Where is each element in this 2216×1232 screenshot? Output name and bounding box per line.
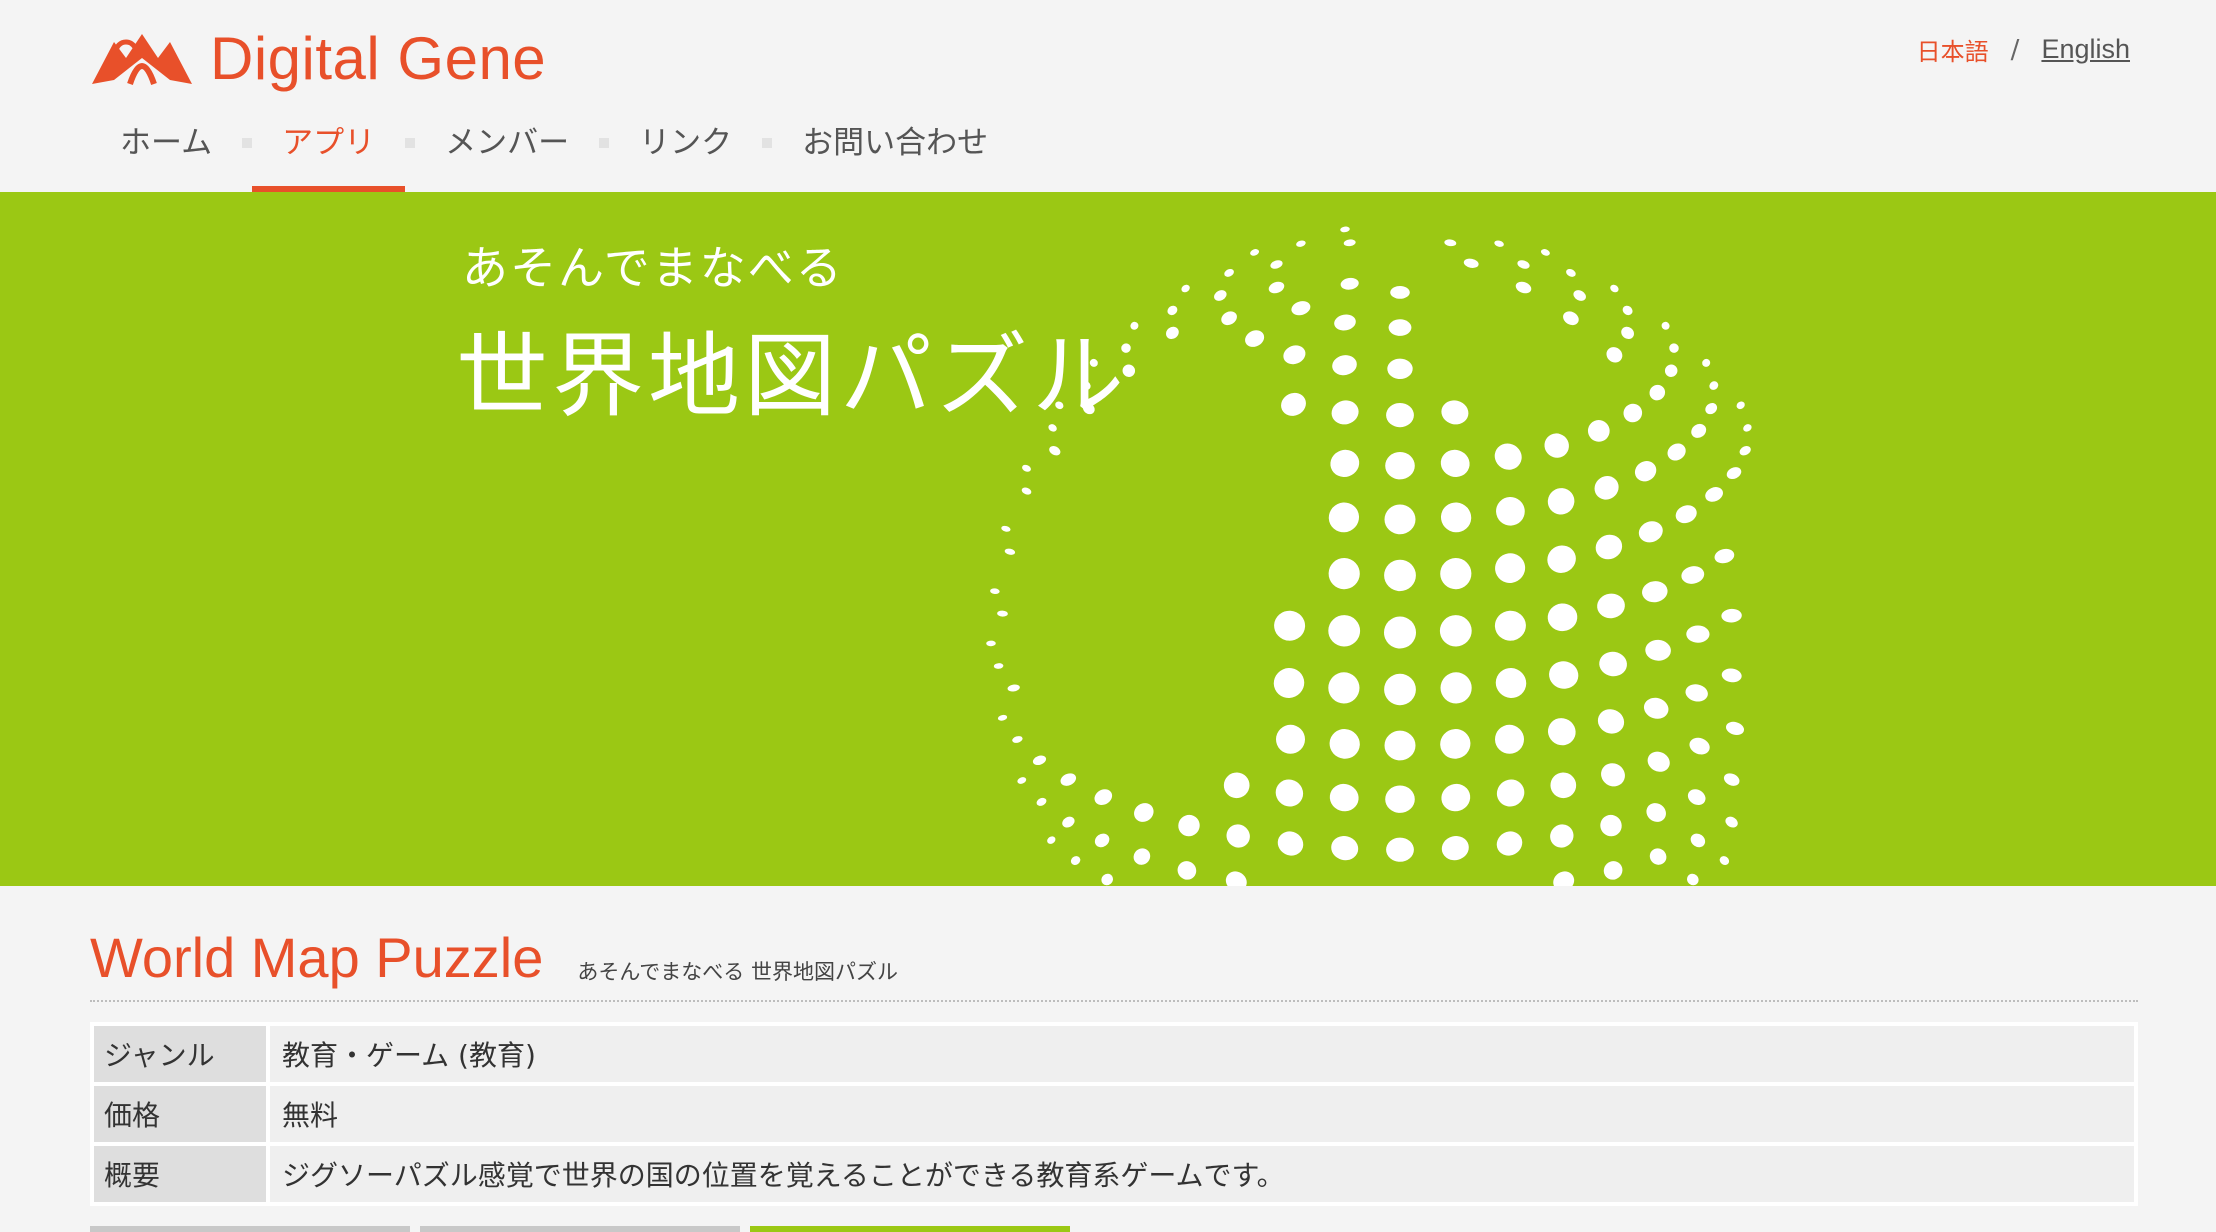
table-row: 価格 無料 [94, 1086, 2134, 1142]
logo-link[interactable]: Digital Gene [90, 24, 546, 94]
genre-value: 教育・ゲーム (教育) [270, 1026, 2134, 1082]
lang-english-link[interactable]: English [2041, 34, 2130, 65]
digital-gene-logo-icon [92, 34, 192, 85]
main-nav: ホーム アプリ メンバー リンク お問い合わせ [90, 116, 1018, 192]
nav-links[interactable]: リンク [609, 116, 762, 192]
nav-separator [599, 138, 610, 148]
store-button[interactable] [90, 1226, 410, 1232]
nav-contact[interactable]: お問い合わせ [772, 116, 1018, 192]
nav-apps[interactable]: アプリ [252, 116, 406, 192]
lang-japanese-link[interactable]: 日本語 [1917, 32, 1989, 67]
nav-separator [405, 138, 416, 148]
dotted-globe-illustration [986, 226, 1752, 886]
nav-separator [762, 138, 773, 148]
hero-banner: あそんでまなべる 世界地図パズル [0, 192, 2216, 886]
app-header: World Map Puzzle あそんでまなべる 世界地図パズル [90, 928, 2138, 1002]
table-row: ジャンル 教育・ゲーム (教育) [94, 1026, 2134, 1082]
app-details-table: ジャンル 教育・ゲーム (教育) 価格 無料 概要 ジグソーパズル感覚で世界の国… [90, 1022, 2138, 1206]
store-button[interactable] [750, 1226, 1070, 1232]
price-value: 無料 [270, 1086, 2134, 1142]
logo-text: Digital Gene [210, 25, 547, 92]
banner-title: 世界地図パズル [456, 323, 1129, 430]
summary-value: ジグソーパズル感覚で世界の国の位置を覚えることができる教育系ゲームです。 [270, 1146, 2134, 1202]
language-switcher: 日本語 / English [1917, 32, 2130, 67]
store-button[interactable] [420, 1226, 740, 1232]
app-subtitle: あそんでまなべる 世界地図パズル [577, 960, 898, 984]
app-title: World Map Puzzle [90, 926, 544, 989]
table-row: 概要 ジグソーパズル感覚で世界の国の位置を覚えることができる教育系ゲームです。 [94, 1146, 2134, 1202]
nav-separator [242, 138, 253, 148]
genre-label: ジャンル [94, 1026, 266, 1082]
nav-members[interactable]: メンバー [415, 116, 599, 192]
banner-subtitle: あそんでまなべる [462, 241, 844, 295]
lang-separator: / [2010, 34, 2020, 65]
price-label: 価格 [94, 1086, 266, 1142]
nav-home[interactable]: ホーム [90, 116, 242, 192]
summary-label: 概要 [94, 1146, 266, 1202]
